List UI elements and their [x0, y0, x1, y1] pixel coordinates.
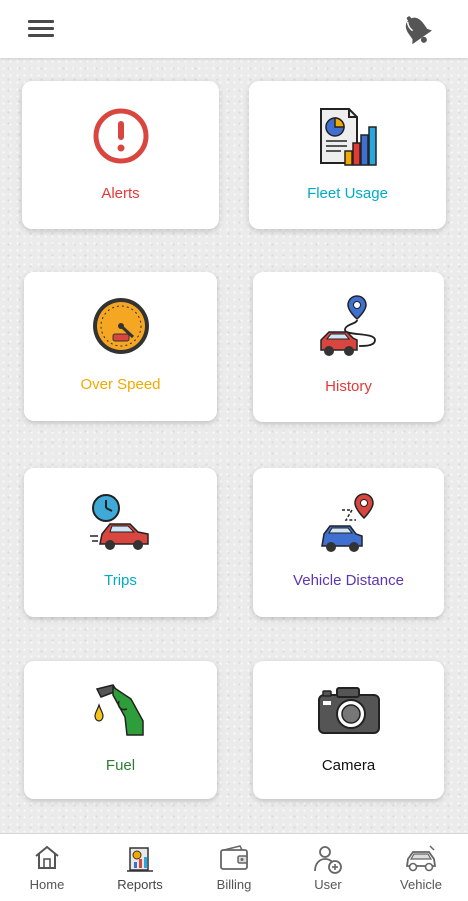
user-add-icon	[313, 844, 343, 879]
card-label: Vehicle Distance	[293, 572, 404, 589]
card-label: History	[325, 378, 372, 395]
vehicle-icon	[404, 844, 438, 877]
speedometer-icon	[91, 296, 151, 361]
nav-label: Vehicle	[400, 877, 442, 892]
vehicle-distance-card[interactable]: Vehicle Distance	[253, 468, 444, 617]
nav-label: Billing	[216, 877, 252, 892]
fuel-nozzle-icon	[91, 683, 151, 744]
bell-icon[interactable]	[398, 12, 436, 48]
nav-home[interactable]: Home	[7, 834, 87, 901]
history-card[interactable]: History	[253, 272, 444, 422]
over-speed-card[interactable]: Over Speed	[24, 272, 217, 421]
trip-clock-car-icon	[89, 492, 152, 557]
fleet-usage-card[interactable]: Fleet Usage	[249, 81, 446, 229]
card-label: Trips	[104, 572, 137, 589]
card-label: Camera	[321, 757, 376, 774]
card-label: Fuel	[105, 757, 136, 774]
nav-billing[interactable]: Billing	[194, 834, 274, 901]
reports-icon	[125, 844, 155, 879]
nav-label: User	[314, 877, 342, 892]
top-app-bar	[0, 0, 468, 58]
nav-label: Home	[29, 877, 65, 892]
home-icon	[33, 844, 61, 875]
report-chart-icon	[317, 107, 379, 172]
hamburger-menu-icon[interactable]	[22, 14, 62, 44]
trips-card[interactable]: Trips	[24, 468, 217, 617]
distance-car-icon	[318, 492, 380, 557]
camera-card[interactable]: Camera	[253, 661, 444, 799]
camera-icon	[317, 685, 381, 740]
nav-vehicle[interactable]: Vehicle	[381, 834, 461, 901]
nav-reports[interactable]: Reports	[100, 834, 180, 901]
alerts-card[interactable]: Alerts	[22, 81, 219, 229]
nav-label: Reports	[117, 877, 163, 892]
alert-icon	[92, 107, 150, 170]
nav-user[interactable]: User	[288, 834, 368, 901]
card-label: Alerts	[101, 185, 140, 202]
card-label: Over Speed	[80, 376, 161, 393]
card-label: Fleet Usage	[307, 185, 388, 202]
dashboard-grid: Alerts Fleet Usage Over Speed History Tr…	[0, 58, 468, 833]
wallet-icon	[218, 844, 250, 877]
bottom-navigation: Home Reports Billing User Vehicle	[0, 833, 468, 901]
route-history-icon	[317, 294, 381, 365]
fuel-card[interactable]: Fuel	[24, 661, 217, 799]
